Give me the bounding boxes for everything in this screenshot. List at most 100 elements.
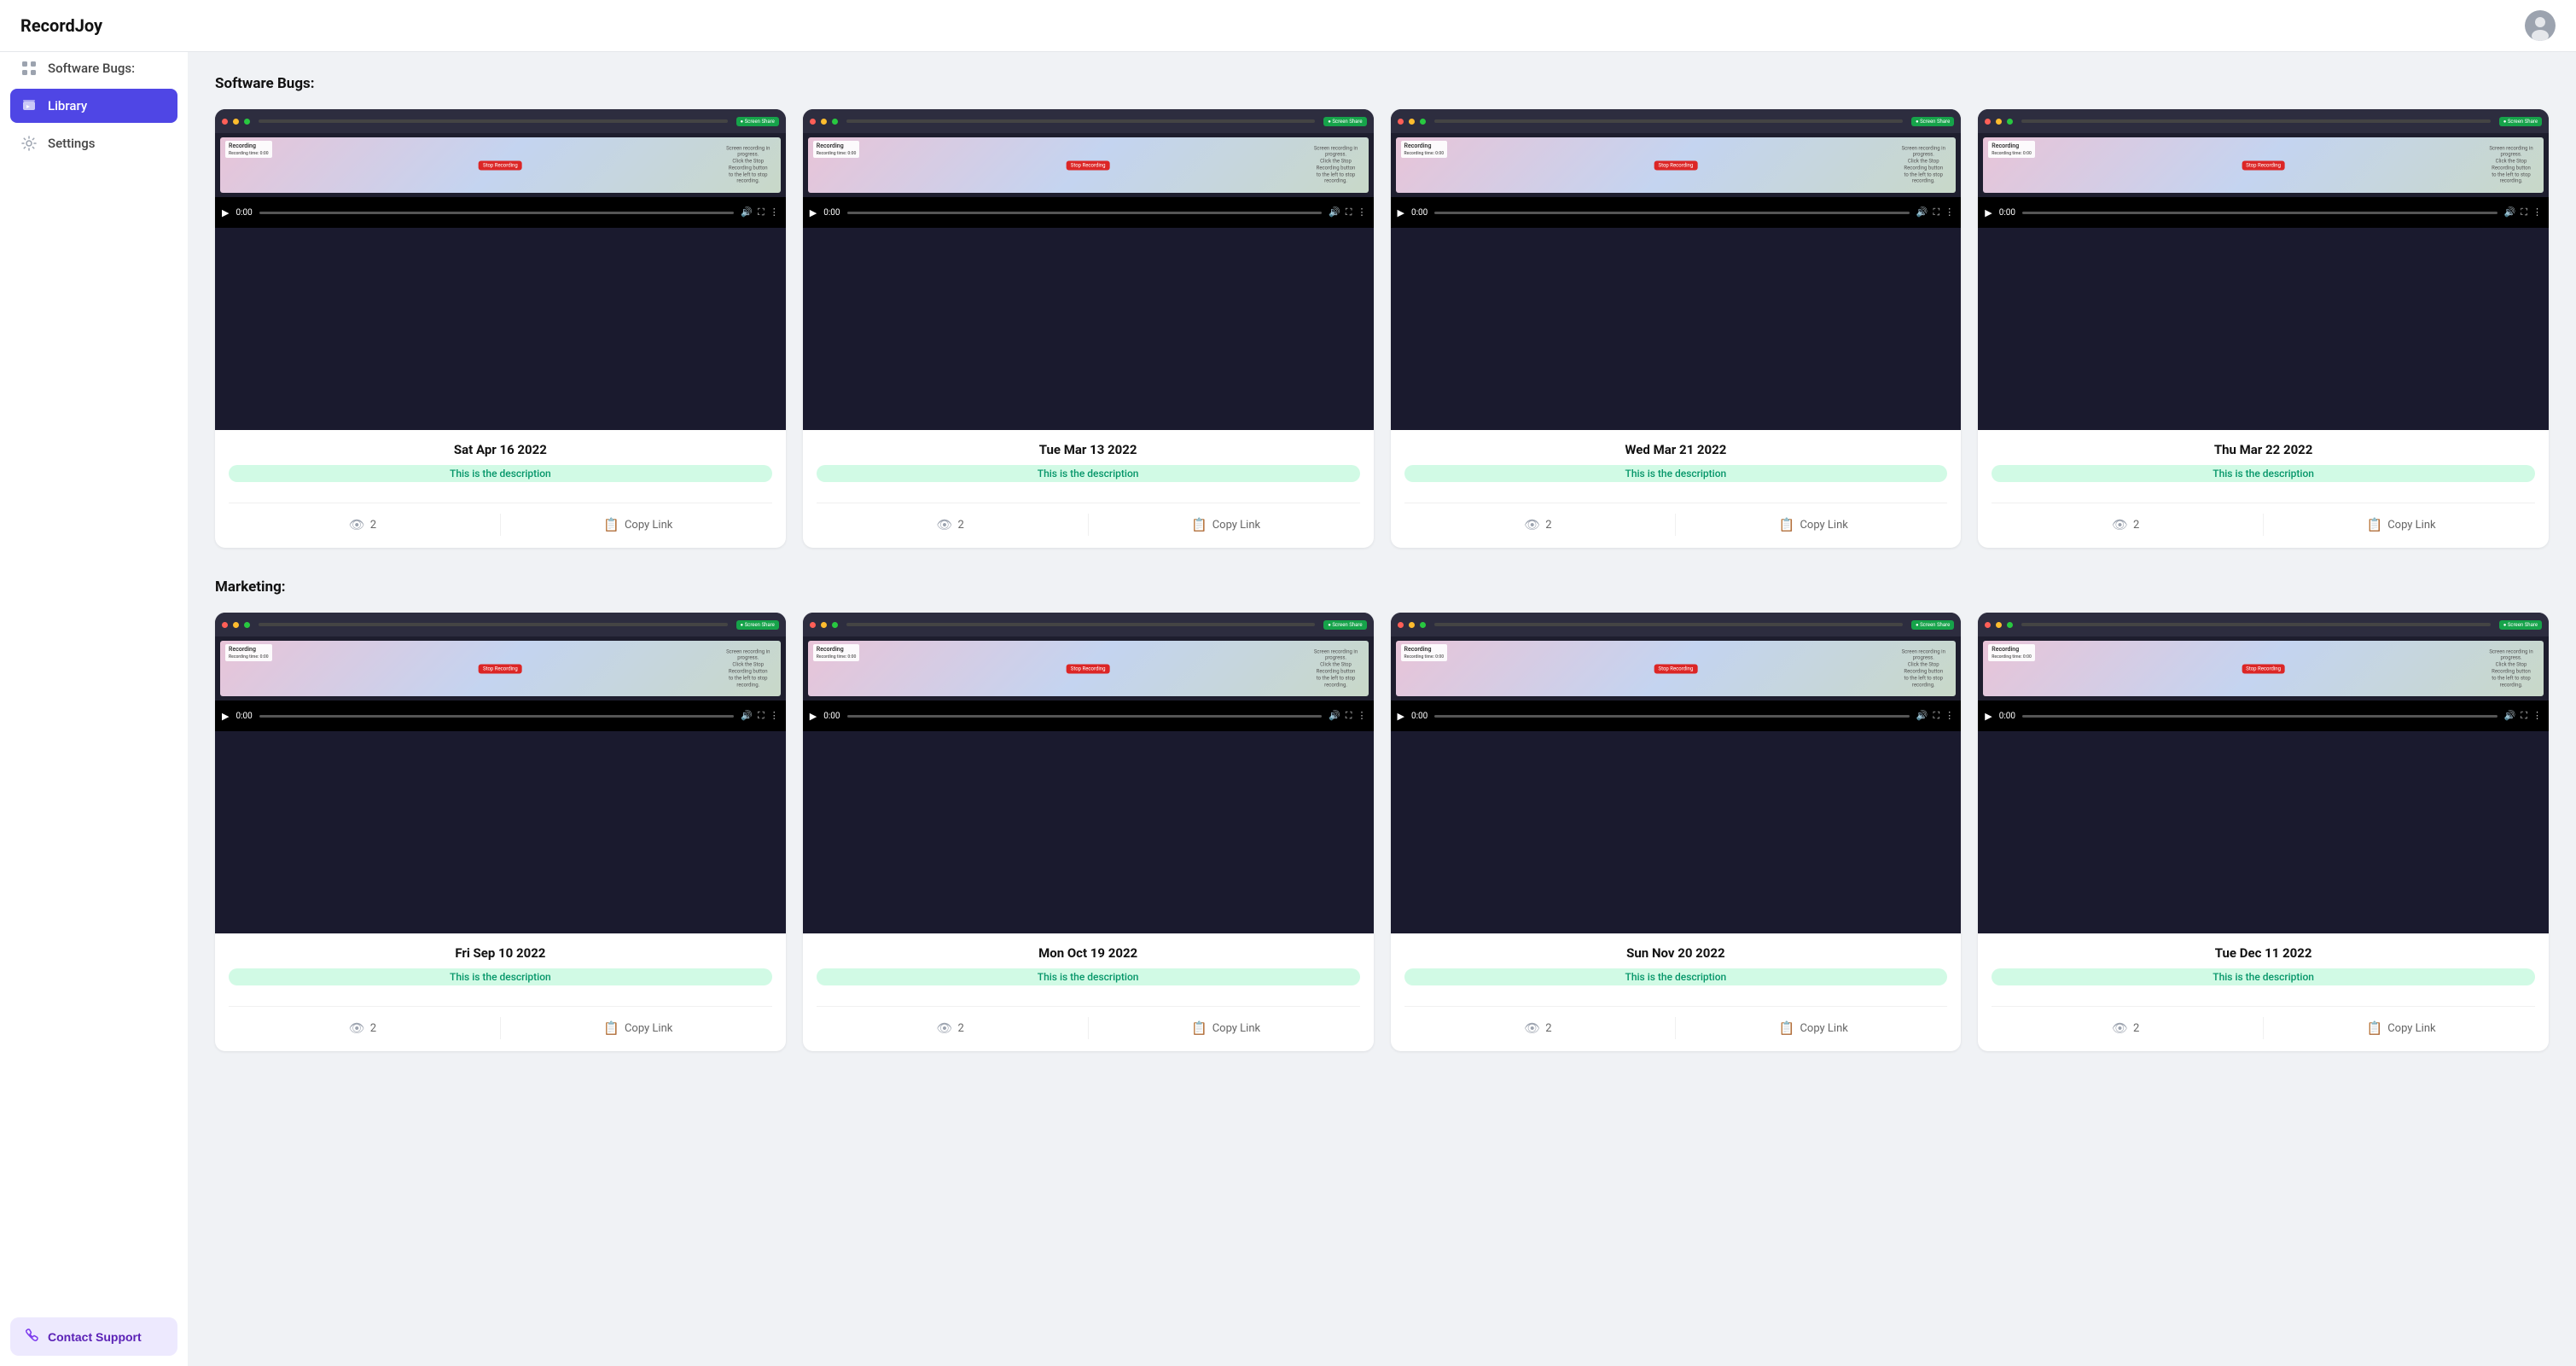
views-count-2: 2 xyxy=(958,519,964,532)
card-actions-4: 👁 2 📋 Copy Link xyxy=(1992,503,2535,536)
dot-yellow-8 xyxy=(1996,622,2002,628)
video-thumbnail-1[interactable]: ● Screen Share RecordingRecording time: … xyxy=(215,109,786,430)
more-icon-2[interactable]: ⋮ xyxy=(1358,206,1367,218)
volume-icon-1[interactable]: 🔊 xyxy=(741,206,753,218)
volume-icon-5[interactable]: 🔊 xyxy=(741,710,753,722)
progress-bar-6[interactable] xyxy=(847,715,1323,718)
card-actions-8: 👁 2 📋 Copy Link xyxy=(1992,1006,2535,1039)
fullscreen-icon-5[interactable]: ⛶ xyxy=(758,710,765,722)
dot-red-3 xyxy=(1398,119,1404,125)
views-count-7: 2 xyxy=(1545,1022,1551,1035)
dot-red-7 xyxy=(1398,622,1404,628)
video-thumbnail-7[interactable]: ● Screen Share RecordingRecording time: … xyxy=(1391,613,1962,933)
play-icon-3[interactable]: ▶ xyxy=(1398,207,1404,218)
copy-icon-5: 📋 xyxy=(603,1020,619,1036)
fullscreen-icon-1[interactable]: ⛶ xyxy=(758,206,765,218)
dot-green-4 xyxy=(2007,119,2013,125)
progress-bar-5[interactable] xyxy=(259,715,735,718)
sidebar-item-dashboard[interactable]: Software Bugs: xyxy=(10,51,177,85)
card-date-4: Thu Mar 22 2022 xyxy=(1992,442,2535,457)
video-thumbnail-6[interactable]: ● Screen Share RecordingRecording time: … xyxy=(803,613,1374,933)
volume-icon-8[interactable]: 🔊 xyxy=(2504,710,2516,722)
progress-bar-3[interactable] xyxy=(1434,212,1910,214)
sidebar-item-dashboard-label: Software Bugs: xyxy=(48,61,135,76)
progress-bar-1[interactable] xyxy=(259,212,735,214)
sidebar-nav: Software Bugs: Library xyxy=(0,51,188,1307)
card-info-2: Tue Mar 13 2022 This is the description … xyxy=(803,430,1374,548)
fullscreen-icon-2[interactable]: ⛶ xyxy=(1346,206,1352,218)
volume-icon-3[interactable]: 🔊 xyxy=(1916,206,1928,218)
video-thumbnail-2[interactable]: ● Screen Share RecordingRecording time: … xyxy=(803,109,1374,430)
copy-icon-6: 📋 xyxy=(1191,1020,1207,1036)
card-info-4: Thu Mar 22 2022 This is the description … xyxy=(1978,430,2549,548)
fullscreen-icon-7[interactable]: ⛶ xyxy=(1933,710,1940,722)
more-icon-1[interactable]: ⋮ xyxy=(770,206,779,218)
volume-icon-4[interactable]: 🔊 xyxy=(2504,206,2516,218)
fullscreen-icon-8[interactable]: ⛶ xyxy=(2521,710,2527,722)
progress-bar-4[interactable] xyxy=(2022,212,2497,214)
views-count-8: 2 xyxy=(2133,1022,2139,1035)
video-card-2: ● Screen Share RecordingRecording time: … xyxy=(803,109,1374,548)
play-icon-6[interactable]: ▶ xyxy=(810,711,817,722)
play-icon-5[interactable]: ▶ xyxy=(222,711,229,722)
card-views-6: 👁 2 xyxy=(817,1017,1084,1039)
video-thumbnail-3[interactable]: ● Screen Share RecordingRecording time: … xyxy=(1391,109,1962,430)
progress-bar-8[interactable] xyxy=(2022,715,2497,718)
fullscreen-icon-4[interactable]: ⛶ xyxy=(2521,206,2527,218)
play-icon-1[interactable]: ▶ xyxy=(222,207,229,218)
eye-icon-3: 👁 xyxy=(1524,517,1540,532)
copy-link-button-6[interactable]: 📋 Copy Link xyxy=(1092,1017,1360,1039)
dot-yellow-4 xyxy=(1996,119,2002,125)
video-thumbnail-4[interactable]: ● Screen Share RecordingRecording time: … xyxy=(1978,109,2549,430)
card-date-6: Mon Oct 19 2022 xyxy=(817,945,1360,961)
volume-icon-2[interactable]: 🔊 xyxy=(1329,206,1340,218)
copy-link-button-1[interactable]: 📋 Copy Link xyxy=(504,514,772,536)
play-icon-7[interactable]: ▶ xyxy=(1398,711,1404,722)
copy-link-button-2[interactable]: 📋 Copy Link xyxy=(1092,514,1360,536)
phone-icon xyxy=(24,1328,39,1346)
copy-link-button-4[interactable]: 📋 Copy Link xyxy=(2267,514,2535,536)
card-views-7: 👁 2 xyxy=(1404,1017,1672,1039)
more-icon-5[interactable]: ⋮ xyxy=(770,710,779,722)
play-icon-8[interactable]: ▶ xyxy=(1985,711,1992,722)
video-thumbnail-5[interactable]: ● Screen Share RecordingRecording time: … xyxy=(215,613,786,933)
copy-link-button-3[interactable]: 📋 Copy Link xyxy=(1679,514,1947,536)
copy-link-button-8[interactable]: 📋 Copy Link xyxy=(2267,1017,2535,1039)
views-count-6: 2 xyxy=(958,1022,964,1035)
avatar[interactable] xyxy=(2525,10,2556,41)
progress-bar-7[interactable] xyxy=(1434,715,1910,718)
dot-red-8 xyxy=(1985,622,1991,628)
volume-icon-7[interactable]: 🔊 xyxy=(1916,710,1928,722)
copy-link-label-4: Copy Link xyxy=(2387,519,2435,532)
progress-bar-2[interactable] xyxy=(847,212,1323,214)
volume-icon-6[interactable]: 🔊 xyxy=(1329,710,1340,722)
more-icon-8[interactable]: ⋮ xyxy=(2532,710,2542,722)
sidebar-item-library-label: Library xyxy=(48,98,87,113)
dot-yellow-6 xyxy=(821,622,827,628)
fullscreen-icon-3[interactable]: ⛶ xyxy=(1933,206,1940,218)
play-icon-4[interactable]: ▶ xyxy=(1985,207,1992,218)
more-icon-3[interactable]: ⋮ xyxy=(1945,206,1954,218)
sidebar-item-settings-label: Settings xyxy=(48,136,96,151)
copy-link-label-7: Copy Link xyxy=(1800,1022,1847,1035)
more-icon-4[interactable]: ⋮ xyxy=(2532,206,2542,218)
card-desc-1: This is the description xyxy=(229,465,772,482)
card-actions-1: 👁 2 📋 Copy Link xyxy=(229,503,772,536)
video-thumbnail-8[interactable]: ● Screen Share RecordingRecording time: … xyxy=(1978,613,2549,933)
sidebar-item-settings[interactable]: Settings xyxy=(10,126,177,160)
dot-green-2 xyxy=(832,119,838,125)
card-info-8: Tue Dec 11 2022 This is the description … xyxy=(1978,933,2549,1051)
dot-green-5 xyxy=(244,622,250,628)
contact-support-button[interactable]: Contact Support xyxy=(10,1317,177,1356)
fullscreen-icon-6[interactable]: ⛶ xyxy=(1346,710,1352,722)
card-desc-wrap-5: This is the description xyxy=(229,968,772,996)
card-views-5: 👁 2 xyxy=(229,1017,497,1039)
copy-link-button-5[interactable]: 📋 Copy Link xyxy=(504,1017,772,1039)
app-logo: RecordJoy xyxy=(20,15,102,36)
play-icon-2[interactable]: ▶ xyxy=(810,207,817,218)
more-icon-6[interactable]: ⋮ xyxy=(1358,710,1367,722)
copy-link-button-7[interactable]: 📋 Copy Link xyxy=(1679,1017,1947,1039)
sidebar-item-library[interactable]: Library xyxy=(10,89,177,123)
more-icon-7[interactable]: ⋮ xyxy=(1945,710,1954,722)
video-card-5: ● Screen Share RecordingRecording time: … xyxy=(215,613,786,1051)
